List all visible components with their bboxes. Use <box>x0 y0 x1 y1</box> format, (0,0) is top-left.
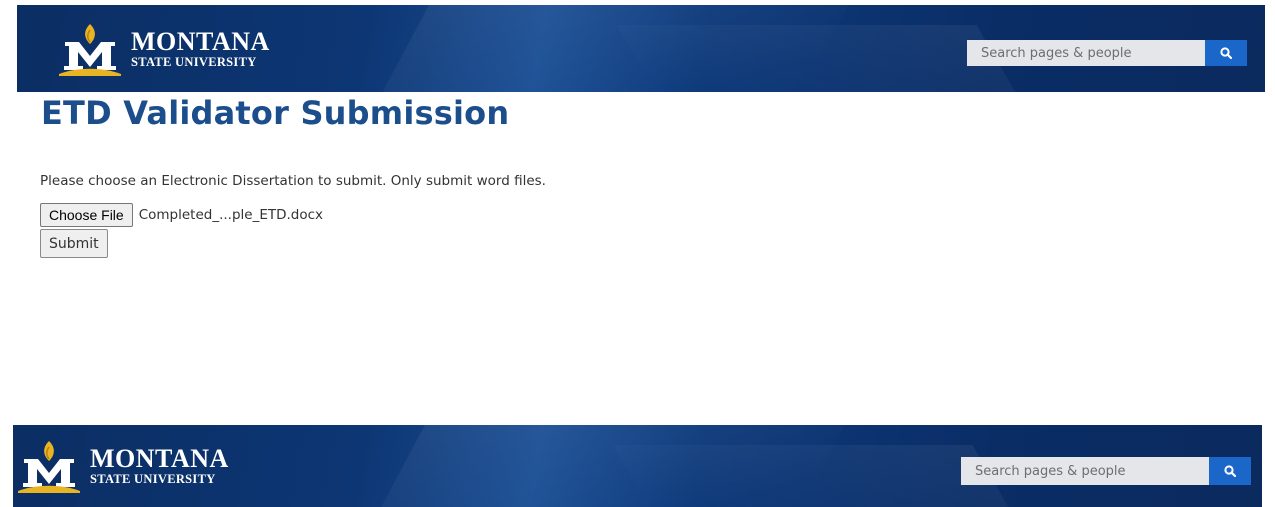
selected-file-name: Completed_...ple_ETD.docx <box>138 207 324 223</box>
footer-search-button[interactable] <box>1209 457 1251 485</box>
footer-logo-subtitle: STATE UNIVERSITY <box>90 472 216 487</box>
search-icon <box>1224 465 1236 477</box>
msu-logo-icon <box>59 24 121 76</box>
logo-wordmark: MONTANA STATE UNIVERSITY <box>131 29 270 69</box>
header-banner: MONTANA STATE UNIVERSITY <box>17 5 1265 92</box>
search-icon <box>1220 47 1232 59</box>
header-search-input[interactable] <box>967 40 1205 66</box>
submit-button[interactable]: Submit <box>40 229 108 258</box>
footer-search <box>961 457 1251 485</box>
logo-subtitle: STATE UNIVERSITY <box>131 55 257 70</box>
footer-banner: MONTANA STATE UNIVERSITY <box>13 425 1262 507</box>
header-search-button[interactable] <box>1205 40 1247 66</box>
msu-logo-link[interactable]: MONTANA STATE UNIVERSITY <box>57 22 270 76</box>
footer-search-input[interactable] <box>961 457 1209 485</box>
page-title: ETD Validator Submission <box>41 94 510 132</box>
logo-name: MONTANA <box>131 27 270 57</box>
footer-logo-name: MONTANA <box>90 444 229 474</box>
footer-msu-logo-link[interactable]: MONTANA STATE UNIVERSITY <box>16 439 229 493</box>
file-input: Choose File Completed_...ple_ETD.docx <box>40 203 323 227</box>
instructions-text: Please choose an Electronic Dissertation… <box>40 173 546 189</box>
footer-logo-wordmark: MONTANA STATE UNIVERSITY <box>90 446 229 486</box>
choose-file-button[interactable]: Choose File <box>40 203 133 227</box>
msu-logo-icon <box>18 441 80 493</box>
header-search <box>967 40 1247 66</box>
